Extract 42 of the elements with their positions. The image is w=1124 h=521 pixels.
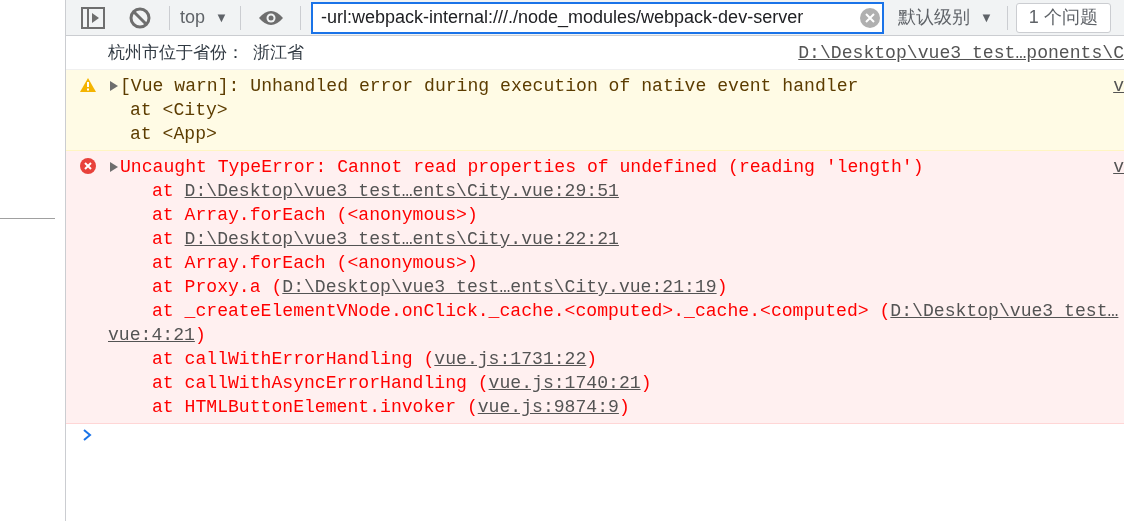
message-text: Uncaught TypeError: Cannot read properties of undefined (reading 'length') [120,156,924,179]
stack-text: at HTMLButtonElement.invoker ( [152,397,478,417]
issues-button[interactable]: 1 个问题 [1015,2,1111,33]
error-icon [80,158,96,174]
stack-text: at callWithErrorHandling ( [152,349,435,369]
stack-text: ) [716,277,728,297]
source-link[interactable]: D:\Desktop\vue3_test…ents\City.vue:29:51 [184,181,619,201]
source-link[interactable]: D:\Desktop\vue3_test…ponents\C [798,40,1124,65]
log-message: 杭州市位于省份： 浙江省 [108,41,304,64]
source-link[interactable]: D:\Desktop\vue3_test…ents\City.vue:21:19 [282,277,717,297]
source-link[interactable]: vue.js:1731:22 [434,349,587,369]
stack-text: at <City> [130,100,228,120]
expand-arrow-icon[interactable] [109,162,119,172]
sidebar-toggle-icon[interactable] [81,6,105,29]
stack-text: ) [586,349,598,369]
stack-text: at Array.forEach (<anonymous>) [152,253,478,273]
source-link[interactable]: vue.js:1740:21 [488,373,641,393]
source-link[interactable]: v [1113,155,1124,179]
stack-text: at <App> [130,124,217,144]
source-link[interactable]: vue.js:9874:9 [477,397,619,417]
stack-text: at Proxy.a ( [152,277,283,297]
stack-text: at _createElementVNode.onClick._cache.<computed>._cache.<computed> ( [152,301,891,321]
stack-text: at [152,181,175,201]
stack-text: ) [640,373,652,393]
clear-console-icon[interactable] [129,6,151,29]
source-link[interactable]: v [1113,74,1124,98]
prompt-chevron-icon[interactable] [82,428,92,442]
stack-text: ) [618,397,630,417]
expand-arrow-icon[interactable] [109,81,119,91]
message-text: [Vue warn]: Unhandled error during execution of native event handler [120,75,859,98]
context-select[interactable]: top ▼ [180,4,228,31]
stack-text: at [152,229,175,249]
warning-icon [80,78,96,92]
filter-field[interactable]: -url:webpack-internal:///./node_modules/webpack-dev-server [310,1,884,34]
log-levels-dropdown[interactable]: 默认级别 ▼ [897,4,993,31]
stack-text: ) [194,325,206,345]
eye-icon[interactable] [257,9,284,26]
stack-text: at Array.forEach (<anonymous>) [152,205,478,225]
source-link[interactable]: vue:4:21 [108,325,195,345]
source-link[interactable]: D:\Desktop\vue3_test…ents\City.vue:22:21 [184,229,619,249]
source-link[interactable]: D:\Desktop\vue3_test… [890,301,1119,321]
stack-text: at callWithAsyncErrorHandling ( [152,373,489,393]
